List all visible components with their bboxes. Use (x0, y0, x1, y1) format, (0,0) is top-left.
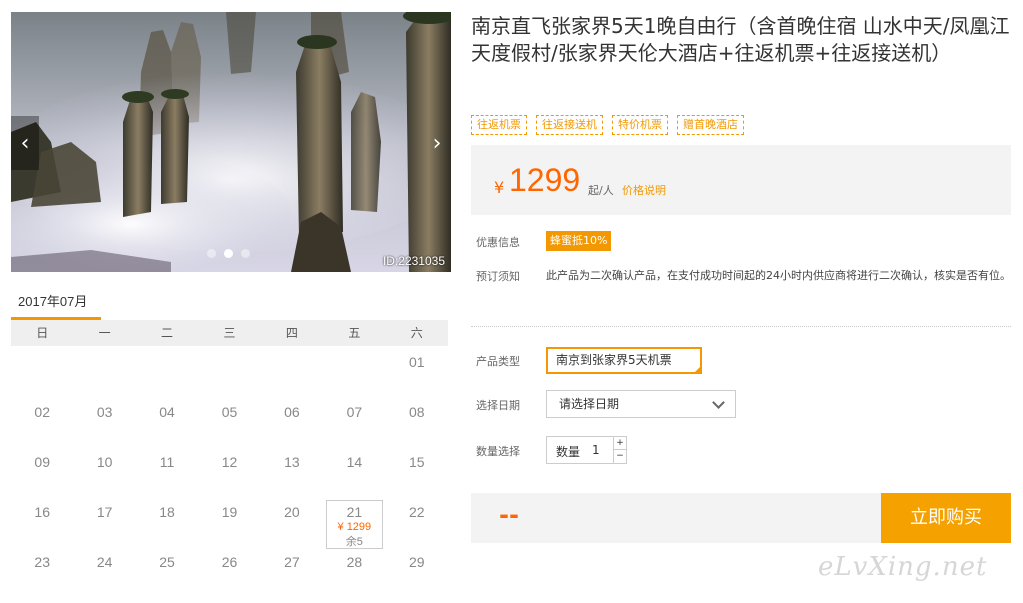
calendar-day: 02 (34, 404, 50, 420)
calendar-day: 11 (159, 454, 175, 470)
calendar-day: 17 (96, 504, 113, 520)
calendar-day: 07 (346, 404, 363, 420)
calendar-day-grid: 01 02 03 04 05 06 07 08 09 10 11 12 13 1… (11, 346, 448, 596)
calendar-day (198, 346, 260, 396)
calendar-day (261, 346, 323, 396)
gallery-dot[interactable] (207, 249, 216, 258)
gallery-dot[interactable] (241, 249, 250, 258)
calendar-day: 22 (408, 504, 425, 520)
gallery-next-arrow[interactable]: › (423, 116, 451, 170)
product-tag: 往返接送机 (536, 115, 603, 135)
calendar-day: 23 (34, 554, 50, 570)
quantity-inner-label: 数量 (556, 445, 581, 459)
chevron-down-icon (712, 396, 725, 409)
product-title: 南京直飞张家界5天1晚自由行（含首晚住宿 山水中天/凤凰江天度假村/张家界天伦大… (471, 14, 1010, 65)
date-select-dropdown[interactable]: 请选择日期 (546, 390, 736, 418)
photo-gallery[interactable]: ‹ › ID:2231035 (11, 12, 451, 272)
quantity-decrement-button[interactable]: − (613, 450, 626, 463)
product-type-value: 南京到张家界5天机票 (556, 353, 672, 367)
quantity-value[interactable]: 1 (592, 443, 600, 457)
zhangjiajie-landscape-photo (11, 12, 451, 272)
product-tag: 赠首晚酒店 (677, 115, 744, 135)
gallery-dot-active[interactable] (224, 249, 233, 258)
weekday-label: 日 (36, 326, 49, 340)
quantity-stepper[interactable]: 数量 1 + − (546, 436, 627, 464)
promo-label: 优惠信息 (476, 236, 520, 249)
calendar-day: 28 (346, 554, 363, 570)
buy-now-button[interactable]: 立即购买 (881, 493, 1011, 543)
calendar-day: 16 (34, 504, 50, 520)
calendar-day: 18 (159, 504, 175, 520)
calendar-day: 29 (408, 554, 425, 570)
price-explain-link[interactable]: 价格说明 (622, 182, 666, 198)
date-label: 选择日期 (476, 399, 520, 412)
notice-text: 此产品为二次确认产品，在支付成功时间起的24小时内供应商将进行二次确认，核实是否… (546, 269, 1011, 282)
total-price-display: -- (499, 501, 519, 529)
calendar-day: 01 (408, 354, 425, 370)
calendar-day: 20 (284, 504, 300, 520)
product-type-option-selected[interactable]: 南京到张家界5天机票 (546, 347, 702, 374)
calendar-day: 06 (284, 404, 300, 420)
calendar-day (11, 346, 73, 396)
available-day-frame (326, 500, 383, 549)
calendar-day: 24 (96, 554, 113, 570)
calendar-day: 14 (346, 454, 363, 470)
calendar-day: 15 (408, 454, 425, 470)
calendar-day (73, 346, 135, 396)
calendar-day: 05 (221, 404, 238, 420)
calendar-day: 19 (221, 504, 238, 520)
weekday-label: 四 (285, 326, 298, 340)
quantity-label: 数量选择 (476, 445, 520, 458)
gallery-pagination-dots (207, 249, 250, 258)
product-tag: 往返机票 (471, 115, 527, 135)
price-panel: ¥ 1299 起/人 价格说明 (471, 145, 1011, 215)
price-amount: 1299 (509, 162, 581, 198)
image-id-label: ID:2231035 (382, 254, 445, 268)
price-unit: 起/人 (588, 184, 614, 197)
calendar-day: 08 (408, 404, 425, 420)
quantity-increment-button[interactable]: + (613, 437, 626, 450)
site-watermark: eLvXing.net (818, 552, 988, 582)
product-tag: 特价机票 (612, 115, 668, 135)
calendar-day: 03 (96, 404, 113, 420)
calendar-weekday-header: 日 一 二 三 四 五 六 (11, 320, 448, 346)
calendar-month-tab[interactable]: 2017年07月 (18, 291, 87, 310)
gallery-prev-arrow[interactable]: ‹ (11, 116, 39, 170)
weekday-label: 六 (410, 326, 423, 340)
calendar-day (323, 346, 385, 396)
section-divider (471, 326, 1011, 327)
product-type-label: 产品类型 (476, 355, 520, 368)
calendar-day: 25 (159, 554, 175, 570)
weekday-label: 二 (161, 326, 174, 340)
notice-label: 预订须知 (476, 270, 520, 283)
weekday-label: 三 (223, 326, 236, 340)
calendar-day: 12 (221, 454, 238, 470)
promo-badge: 蜂蜜抵10% (546, 231, 612, 251)
selected-corner-check-icon (693, 365, 702, 374)
calendar-day: 04 (159, 404, 175, 420)
weekday-label: 一 (98, 326, 111, 340)
calendar-day: 09 (34, 454, 50, 470)
total-price-bar: -- (471, 493, 881, 543)
product-tags: 往返机票 往返接送机 特价机票 赠首晚酒店 (471, 115, 744, 135)
calendar-day-available[interactable]: 21 ¥ 1299 余5 (323, 496, 385, 549)
calendar-day (136, 346, 198, 396)
calendar-day: 10 (96, 454, 113, 470)
weekday-label: 五 (348, 326, 361, 340)
calendar-day: 27 (284, 554, 300, 570)
calendar-day: 26 (221, 554, 238, 570)
date-select-placeholder: 请选择日期 (559, 397, 620, 411)
price-currency: ¥ (494, 178, 505, 197)
calendar-day: 13 (284, 454, 300, 470)
